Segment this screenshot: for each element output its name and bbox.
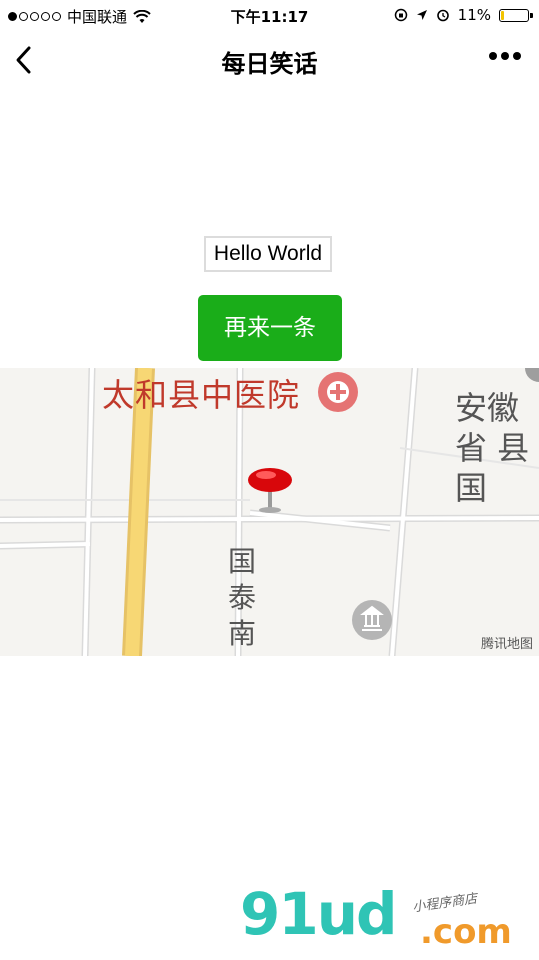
rotation-lock-icon [394,8,407,22]
map-label-hospital: 太和县中医院 [102,376,301,414]
more-dot-icon [501,52,509,60]
watermark-brand: 91ud [240,880,398,948]
map-credit: 腾讯地图 [480,637,533,652]
next-joke-button[interactable]: 再来一条 [198,295,342,361]
map-label-anhui: 安徽省 县国 [455,389,530,507]
battery-icon [499,8,533,22]
map-view[interactable]: 太和县中医院 安徽省 县国 国泰南 腾讯地图 [0,368,539,656]
more-dot-icon [489,52,497,60]
status-right: 11% [394,6,533,24]
map-label-road: 国泰南 [227,545,256,650]
status-bar: 中国联通 下午11:17 11% [0,0,539,32]
more-button[interactable] [489,52,521,60]
page-title: 每日笑话 [221,50,318,78]
more-dot-icon [513,52,521,60]
watermark-domain: .com [420,912,512,952]
battery-percent: 11% [457,6,491,24]
navigation-bar: 每日笑话 [0,32,539,88]
hello-text: Hello World [204,236,332,272]
alarm-icon [436,9,449,22]
location-icon [416,10,427,20]
